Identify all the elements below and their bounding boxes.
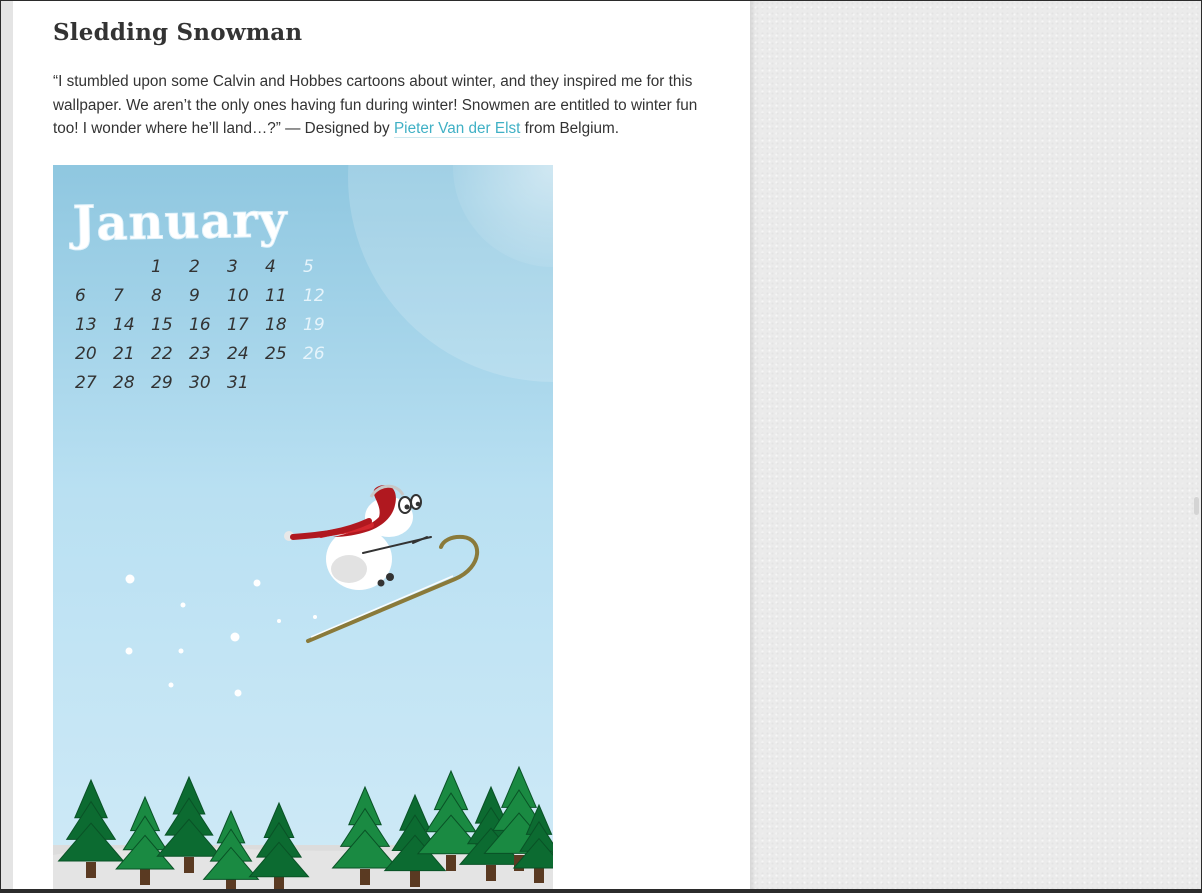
calendar-day: 4 xyxy=(265,257,276,277)
designer-link[interactable]: Pieter Van der Elst xyxy=(393,120,521,138)
calendar-day: 6 xyxy=(75,286,86,306)
calendar-day: 2 xyxy=(189,257,200,277)
calendar-day: 23 xyxy=(189,344,211,364)
calendar-day: 30 xyxy=(189,373,211,393)
wallpaper-preview-image[interactable]: January 1 2 3 4 5 6 7 8 9 10 11 12 13 14 15 16 17 18 19 20 2… xyxy=(53,165,553,889)
calendar-day: 8 xyxy=(151,286,162,306)
article-content: Sledding Snowman “I stumbled upon some C… xyxy=(13,1,750,889)
calendar-weekend-day: 26 xyxy=(303,344,325,364)
calendar-day: 27 xyxy=(75,373,97,393)
calendar-day: 16 xyxy=(189,315,211,335)
wallpaper-description: “I stumbled upon some Calvin and Hobbes … xyxy=(53,70,723,141)
wallpaper-illustration: January 1 2 3 4 56 7 8 9 10 11 1213 14 15 16 17 18 1920 2… xyxy=(53,165,553,889)
description-text-end: from Belgium. xyxy=(520,120,619,137)
browser-viewport: Sledding Snowman “I stumbled upon some C… xyxy=(1,1,1201,889)
calendar-day: 18 xyxy=(265,315,287,335)
calendar-day: 22 xyxy=(151,344,173,364)
calendar-day: 31 xyxy=(227,373,249,393)
calendar-day: 1 xyxy=(151,257,162,277)
calendar-day: 7 xyxy=(113,286,124,306)
calendar-day: 29 xyxy=(151,373,173,393)
calendar-day: 24 xyxy=(227,344,249,364)
calendar-weekend-day: 19 xyxy=(303,315,325,335)
calendar-weekend-day: 12 xyxy=(303,286,325,306)
calendar-day: 28 xyxy=(113,373,135,393)
month-title: January xyxy=(68,192,289,252)
calendar-day: 20 xyxy=(75,344,97,364)
calendar-weekend-day: 5 xyxy=(303,257,314,277)
calendar-day: 25 xyxy=(265,344,287,364)
calendar-day: 21 xyxy=(113,344,135,364)
calendar-day: 9 xyxy=(189,286,200,306)
calendar-day: 10 xyxy=(227,286,249,306)
calendar-day: 17 xyxy=(227,315,249,335)
calendar-day: 15 xyxy=(151,315,173,335)
calendar-day: 3 xyxy=(227,257,238,277)
page-background-sidebar xyxy=(750,1,1201,889)
wallpaper-title: Sledding Snowman xyxy=(53,19,303,46)
calendar-day: 11 xyxy=(265,286,287,306)
scroll-indicator xyxy=(1194,497,1199,515)
calendar-day: 13 xyxy=(75,315,97,335)
calendar-day: 14 xyxy=(113,315,135,335)
